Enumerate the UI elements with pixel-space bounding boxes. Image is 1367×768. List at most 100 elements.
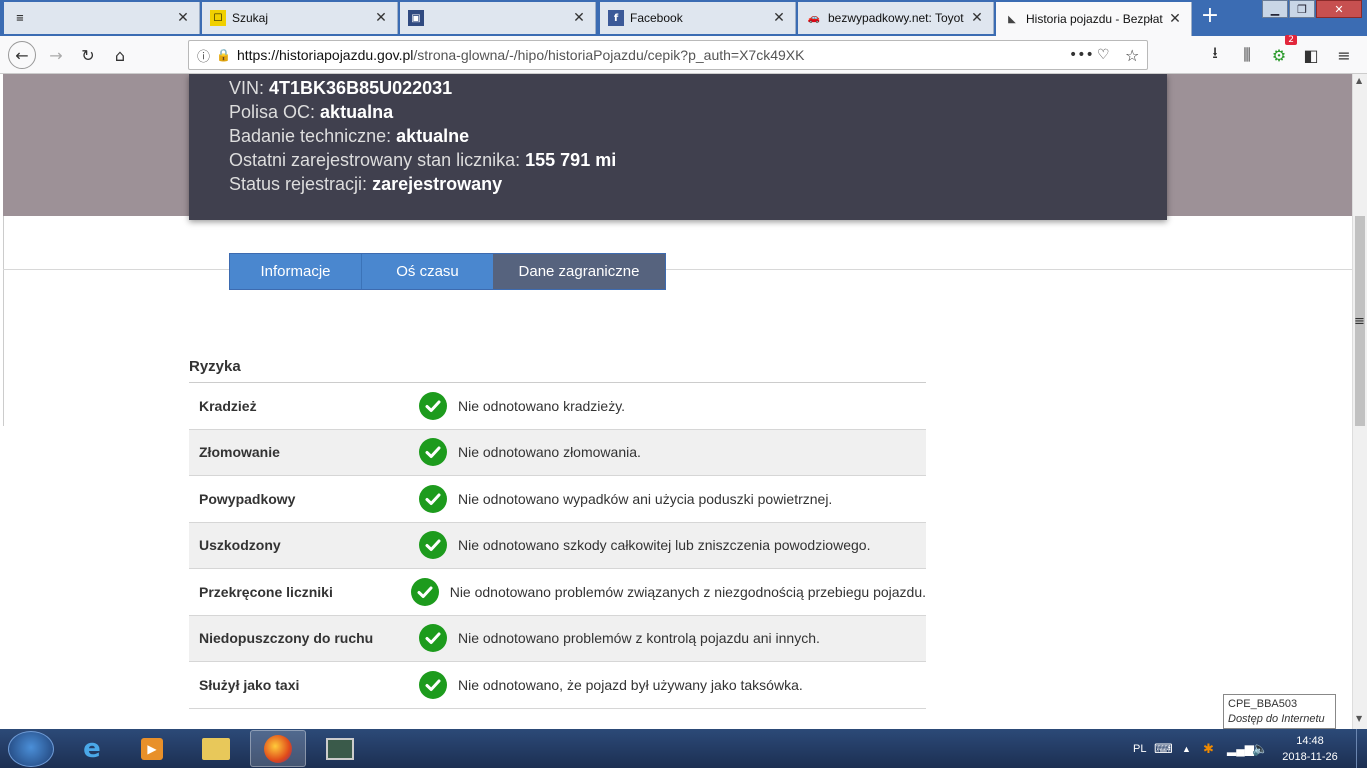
- vin-label: VIN:: [229, 78, 265, 98]
- tab-os-czasu[interactable]: Oś czasu: [361, 254, 493, 289]
- firefox-icon[interactable]: [250, 730, 306, 767]
- vertical-scrollbar[interactable]: ▲ ▼: [1352, 74, 1367, 729]
- risk-value: Nie odnotowano szkody całkowitej lub zni…: [458, 537, 871, 554]
- page-menu-icon[interactable]: ≡: [1354, 314, 1365, 329]
- downloads-icon[interactable]: ⭳: [1201, 41, 1229, 69]
- reload-icon[interactable]: ↻: [74, 41, 102, 69]
- close-tab-icon[interactable]: ✕: [373, 10, 389, 26]
- info-icon[interactable]: ⓘ: [197, 46, 210, 65]
- close-tab-icon[interactable]: ✕: [1167, 11, 1183, 27]
- table-row: Kradzież Nie odnotowano kradzieży.: [189, 383, 926, 430]
- windows-taskbar: e ▶ PL ⌨ ▲ ✱ ▂▄▆ 🔈 14:48 2018-11-26: [0, 729, 1367, 768]
- divider: [3, 269, 1352, 270]
- page-tabs: Informacje Oś czasu Dane zagraniczne: [229, 253, 666, 290]
- close-tab-icon[interactable]: ✕: [969, 10, 985, 26]
- new-tab-plus-icon[interactable]: +: [1198, 4, 1222, 30]
- library-icon[interactable]: ⫼: [1233, 41, 1261, 69]
- facebook-icon: f: [608, 10, 624, 26]
- risk-value: Nie odnotowano złomowania.: [458, 444, 641, 461]
- table-row: Przekręcone liczniki Nie odnotowano prob…: [189, 569, 926, 616]
- inspection-label: Badanie techniczne:: [229, 126, 392, 146]
- pocket-icon[interactable]: ♡: [1097, 47, 1110, 63]
- car-icon: 🚗: [807, 12, 821, 24]
- risk-label: Kradzież: [199, 397, 257, 414]
- inspection-line: Badanie techniczne: aktualne: [229, 124, 1167, 148]
- scroll-up-arrow-icon[interactable]: ▲: [1356, 76, 1362, 85]
- browser-tab-facebook[interactable]: f Facebook ✕: [600, 2, 796, 34]
- file-explorer-icon[interactable]: [188, 730, 244, 767]
- oc-value: aktualna: [320, 102, 394, 122]
- close-tab-icon[interactable]: ✕: [571, 10, 587, 26]
- risk-value: Nie odnotowano kradzieży.: [458, 397, 626, 414]
- browser-tab-bezwypadkowy[interactable]: 🚗 bezwypadkowy.net: Toyot ✕: [798, 2, 994, 34]
- tab-informacje[interactable]: Informacje: [230, 254, 361, 289]
- sidebar-icon[interactable]: ◧: [1297, 41, 1325, 69]
- volume-icon[interactable]: 🔈: [1252, 729, 1268, 768]
- page-actions-icon[interactable]: •••: [1069, 47, 1094, 63]
- browser-tab-historia[interactable]: ◣ Historia pojazdu - Bezpłat ✕: [996, 2, 1192, 36]
- browser-tab-3[interactable]: ▣ ✕: [400, 2, 596, 34]
- internet-explorer-icon[interactable]: e: [64, 730, 120, 767]
- check-icon: [419, 670, 447, 699]
- browser-tab-bar: ≡ ✕ ☐ Szukaj ✕ ▣ ✕ f Facebook ✕ 🚗 bezwyp…: [0, 0, 1367, 36]
- home-icon[interactable]: ⌂: [106, 41, 134, 69]
- tab-dane-zagraniczne[interactable]: Dane zagraniczne: [493, 254, 665, 289]
- risk-label: Przekręcone liczniki: [199, 583, 333, 600]
- left-border: [3, 216, 4, 426]
- odometer-line: Ostatni zarejestrowany stan licznika: 15…: [229, 148, 1167, 172]
- language-indicator[interactable]: PL: [1133, 729, 1146, 768]
- risk-label: Powypadkowy: [199, 490, 296, 507]
- risk-label: Uszkodzony: [199, 537, 281, 554]
- show-hidden-icons-icon[interactable]: ▲: [1182, 729, 1191, 768]
- tooltip-network-name: CPE_BBA503: [1228, 698, 1298, 710]
- browser-tab-2[interactable]: ☐ Szukaj ✕: [202, 2, 398, 34]
- network-tooltip: CPE_BBA503 Dostęp do Internetu: [1223, 694, 1336, 729]
- table-row: Uszkodzony Nie odnotowano szkody całkowi…: [189, 522, 926, 569]
- extension-icon[interactable]: ⚙ 2: [1265, 35, 1297, 69]
- minimize-icon[interactable]: ▁: [1262, 0, 1288, 18]
- clock[interactable]: 14:48 2018-11-26: [1270, 733, 1350, 765]
- remote-desktop-icon[interactable]: [312, 730, 368, 767]
- keyboard-icon[interactable]: ⌨: [1154, 729, 1173, 768]
- check-icon: [419, 391, 447, 420]
- risk-label: Niedopuszczony do ruchu: [199, 630, 374, 647]
- vin-value: 4T1BK36B85U022031: [269, 78, 453, 98]
- yellow-logo-icon: ☐: [210, 10, 226, 26]
- risks-table: Kradzież Nie odnotowano kradzieży. Złomo…: [189, 382, 926, 709]
- risk-value: Nie odnotowano wypadków ani użycia podus…: [458, 490, 833, 507]
- status-label: Status rejestracji:: [229, 174, 368, 194]
- odometer-value: 155 791 mi: [525, 150, 617, 170]
- status-line: Status rejestracji: zarejestrowany: [229, 172, 1167, 196]
- url-text[interactable]: https://historiapojazdu.gov.pl/strona-gl…: [237, 47, 804, 63]
- hamburger-menu-icon[interactable]: ≡: [1330, 41, 1358, 69]
- bookmark-star-icon[interactable]: ☆: [1125, 46, 1139, 65]
- tab-title: Historia pojazdu - Bezpłat: [1026, 12, 1163, 26]
- risk-value: Nie odnotowano problemów z kontrolą poja…: [458, 630, 820, 647]
- tooltip-network-status: Dostęp do Internetu: [1228, 713, 1325, 725]
- oc-label: Polisa OC:: [229, 102, 316, 122]
- window-close-icon[interactable]: ✕: [1316, 0, 1362, 18]
- maximize-icon[interactable]: ❐: [1289, 0, 1315, 18]
- back-arrow-icon[interactable]: ←: [8, 41, 36, 69]
- clock-date: 2018-11-26: [1282, 751, 1338, 763]
- antivirus-icon[interactable]: ✱: [1203, 729, 1214, 768]
- url-bar[interactable]: ⓘ 🔒 https://historiapojazdu.gov.pl/stron…: [188, 40, 1148, 70]
- show-desktop-button[interactable]: [1356, 729, 1367, 768]
- start-button-icon[interactable]: [8, 731, 54, 767]
- oc-line: Polisa OC: aktualna: [229, 100, 1167, 124]
- vehicle-summary-card: VIN: 4T1BK36B85U022031 Polisa OC: aktual…: [189, 74, 1167, 220]
- app-icon: ▣: [408, 10, 424, 26]
- forward-arrow-icon[interactable]: →: [42, 41, 70, 69]
- risk-label: Złomowanie: [199, 444, 280, 461]
- media-player-icon[interactable]: ▶: [124, 730, 180, 767]
- scroll-down-arrow-icon[interactable]: ▼: [1356, 714, 1362, 723]
- close-tab-icon[interactable]: ✕: [771, 10, 787, 26]
- network-signal-icon[interactable]: ▂▄▆: [1227, 729, 1254, 768]
- check-icon: [419, 624, 447, 653]
- browser-tab-1[interactable]: ≡ ✕: [4, 2, 200, 34]
- table-row: Niedopuszczony do ruchu Nie odnotowano p…: [189, 615, 926, 662]
- check-icon: [419, 438, 447, 467]
- tab-title: bezwypadkowy.net: Toyot: [828, 11, 964, 25]
- close-tab-icon[interactable]: ✕: [175, 10, 191, 26]
- notification-count: 2: [1285, 35, 1297, 45]
